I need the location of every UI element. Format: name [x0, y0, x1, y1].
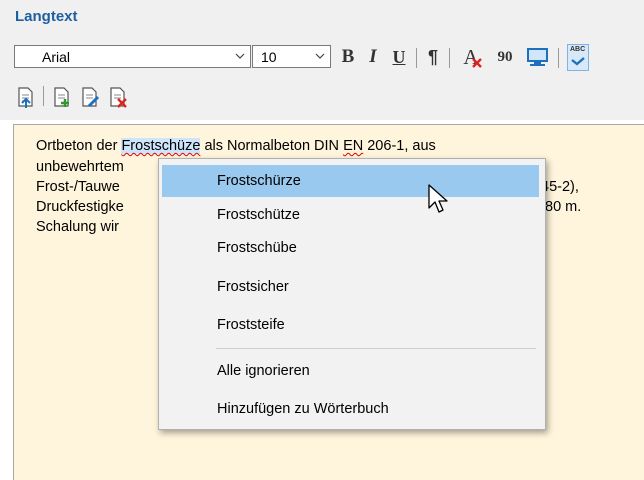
document-upload-icon[interactable]	[16, 86, 36, 108]
text-line: Schalung wir	[36, 219, 120, 235]
suggestion-item[interactable]: Frostschübe	[162, 232, 539, 264]
text-line: Druckfestigke	[36, 199, 124, 215]
menu-separator	[216, 348, 536, 349]
toolbar-separator	[558, 48, 559, 68]
italic-button[interactable]: I	[363, 46, 383, 68]
document-add-icon[interactable]	[52, 86, 72, 108]
misspelled-word[interactable]: Frostschüze	[121, 138, 201, 154]
spell-check-button[interactable]: ABC	[567, 44, 589, 71]
spelling-context-menu: Frostschürze Frostschütze Frostschübe Fr…	[158, 158, 546, 430]
toolbar-separator	[449, 48, 450, 68]
red-x-icon	[472, 58, 482, 68]
text-line-end: 80 m.	[545, 199, 582, 215]
toolbar-separator	[416, 48, 417, 68]
font-family-select[interactable]: Arial	[14, 45, 251, 68]
document-edit-icon[interactable]	[80, 86, 100, 108]
suggestion-item[interactable]: Froststeife	[162, 309, 539, 341]
chevron-down-icon	[315, 53, 325, 59]
font-size-value: 10	[261, 49, 277, 65]
text-segment: als Normalbeton DIN	[200, 138, 344, 154]
document-toolbar	[0, 76, 644, 120]
monitor-icon[interactable]	[525, 46, 551, 68]
bold-button[interactable]: B	[337, 46, 359, 68]
ignore-all-item[interactable]: Alle ignorieren	[162, 355, 539, 387]
paragraph-marks-button[interactable]: ¶	[424, 46, 442, 68]
toolbar-separator	[43, 86, 44, 106]
spell-check-icon: ABC	[570, 46, 586, 53]
panel-header: Langtext	[0, 0, 644, 36]
underline-button[interactable]: U	[388, 46, 410, 68]
clear-formatting-button[interactable]: A	[456, 46, 486, 68]
text-line: unbewehrtem	[36, 159, 124, 175]
mouse-cursor-icon	[428, 184, 448, 213]
suggestion-item[interactable]: Frostsicher	[162, 271, 539, 303]
flagged-word[interactable]: EN	[343, 138, 363, 154]
suggestion-item[interactable]: Frostschütze	[162, 199, 539, 231]
panel-title: Langtext	[15, 8, 78, 25]
chevron-down-icon	[235, 53, 245, 59]
checkmark-icon	[571, 57, 585, 66]
text-line-end: 45-2),	[541, 179, 579, 195]
text-segment: 206-1, aus	[363, 138, 436, 154]
text-line: Ortbeton der Frostschüze als Normalbeton…	[36, 136, 436, 156]
font-family-value: Arial	[42, 49, 71, 65]
format-toolbar: Arial 10 B I U ¶ A 90 ABC	[0, 36, 644, 76]
font-size-select[interactable]: 10	[252, 45, 331, 68]
document-delete-icon[interactable]	[108, 86, 128, 108]
suggestion-item[interactable]: Frostschürze	[162, 165, 539, 197]
rotate-text-button[interactable]: 90	[491, 46, 519, 68]
add-to-dictionary-item[interactable]: Hinzufügen zu Wörterbuch	[162, 393, 539, 425]
text-segment: Ortbeton der	[36, 138, 122, 154]
text-line: Frost-/Tauwe	[36, 179, 120, 195]
